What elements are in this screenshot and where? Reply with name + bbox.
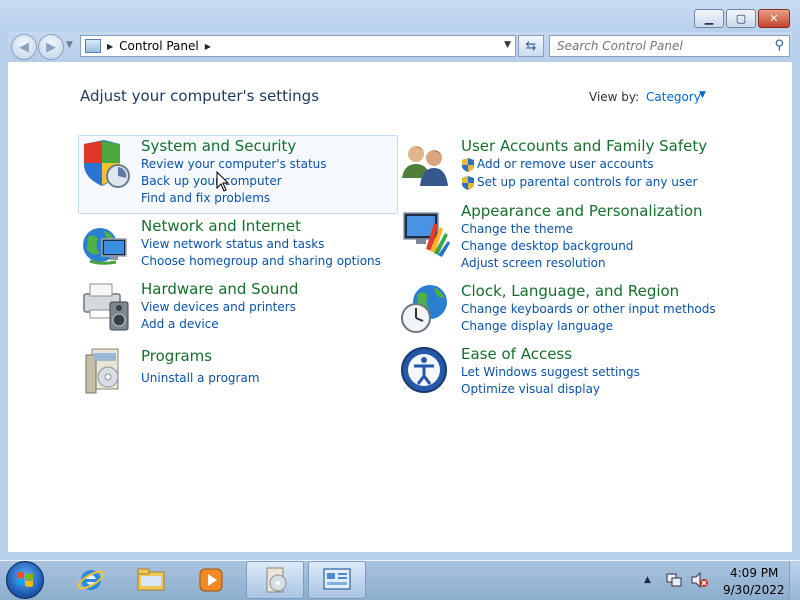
- link-suggest-settings[interactable]: Let Windows suggest settings: [461, 365, 640, 379]
- show-hidden-icons-button[interactable]: ▲: [644, 575, 651, 585]
- clock-language-region-icon: [401, 285, 447, 333]
- category-title-system-security[interactable]: System and Security: [141, 137, 296, 155]
- taskbar-internet-explorer[interactable]: [62, 561, 120, 599]
- recent-pages-dropdown[interactable]: ▼: [66, 40, 73, 50]
- search-icon[interactable]: ⚲: [774, 38, 784, 53]
- link-screen-resolution[interactable]: Adjust screen resolution: [461, 256, 606, 270]
- back-arrow-icon: ◀: [19, 39, 29, 55]
- taskbar-disc-program[interactable]: [246, 561, 304, 599]
- link-add-remove-users[interactable]: Add or remove user accounts: [477, 157, 654, 171]
- link-back-up[interactable]: Back up your computer: [141, 174, 282, 188]
- folder-icon: [137, 568, 165, 591]
- refresh-icon: ⇆: [525, 38, 537, 54]
- view-by-dropdown[interactable]: Category: [646, 90, 701, 104]
- refresh-button[interactable]: ⇆: [518, 35, 544, 57]
- view-by-dropdown-arrow-icon[interactable]: ▼: [699, 90, 706, 100]
- link-parental-controls[interactable]: Set up parental controls for any user: [477, 175, 697, 189]
- link-change-theme[interactable]: Change the theme: [461, 222, 573, 236]
- search-box[interactable]: ⚲: [549, 35, 790, 57]
- windows-logo-icon: [17, 572, 33, 587]
- link-uninstall[interactable]: Uninstall a program: [141, 371, 260, 385]
- maximize-icon: ▢: [735, 12, 747, 25]
- category-title-network-internet[interactable]: Network and Internet: [141, 217, 301, 235]
- mouse-cursor-icon: [216, 171, 230, 192]
- taskbar-windows-explorer[interactable]: [122, 561, 180, 599]
- minimize-button[interactable]: ▁: [694, 9, 724, 28]
- uac-shield-icon: [462, 176, 474, 190]
- page-title: Adjust your computer's settings: [80, 87, 320, 105]
- link-network-status[interactable]: View network status and tasks: [141, 237, 324, 251]
- category-title-ease-of-access[interactable]: Ease of Access: [461, 345, 572, 363]
- window-frame-right: [792, 32, 800, 554]
- programs-disc-icon: [266, 567, 287, 593]
- link-display-language[interactable]: Change display language: [461, 319, 613, 333]
- breadcrumb-control-panel[interactable]: Control Panel: [119, 39, 199, 53]
- category-title-user-accounts[interactable]: User Accounts and Family Safety: [461, 137, 707, 155]
- maximize-button[interactable]: ▢: [726, 9, 756, 28]
- link-desktop-background[interactable]: Change desktop background: [461, 239, 633, 253]
- link-review-status[interactable]: Review your computer's status: [141, 157, 327, 171]
- programs-icon: [85, 348, 119, 394]
- user-accounts-icon: [402, 146, 448, 186]
- breadcrumb-chevron-icon[interactable]: ▶: [107, 42, 113, 51]
- close-button[interactable]: ✕: [758, 9, 790, 28]
- address-bar[interactable]: ▶ Control Panel ▶ ▼: [80, 35, 516, 57]
- minimize-icon: ▁: [704, 12, 714, 25]
- window-controls: ▁ ▢ ✕: [694, 9, 790, 28]
- window-frame-left: [0, 32, 8, 554]
- category-title-clock-language[interactable]: Clock, Language, and Region: [461, 282, 679, 300]
- title-bar[interactable]: [0, 0, 800, 32]
- show-desktop-button[interactable]: [789, 561, 800, 600]
- clock-date[interactable]: 9/30/2022: [723, 583, 785, 597]
- content-area: Adjust your computer's settings View by:…: [8, 62, 792, 552]
- clock-time[interactable]: 4:09 PM: [730, 566, 778, 580]
- category-title-appearance[interactable]: Appearance and Personalization: [461, 202, 703, 220]
- hardware-sound-icon: [83, 283, 129, 331]
- internet-explorer-icon: [77, 570, 105, 590]
- window-frame-bottom: [0, 552, 800, 560]
- volume-muted-icon[interactable]: [690, 572, 708, 588]
- forward-arrow-icon: ▶: [46, 39, 56, 55]
- network-tray-icon[interactable]: [666, 572, 682, 588]
- network-internet-icon: [83, 228, 127, 265]
- category-title-hardware-sound[interactable]: Hardware and Sound: [141, 280, 298, 298]
- taskbar-control-panel[interactable]: [308, 561, 366, 599]
- uac-shield-icon: [462, 158, 474, 172]
- forward-button[interactable]: ▶: [38, 34, 64, 60]
- control-panel-icon: [85, 39, 101, 53]
- back-button[interactable]: ◀: [11, 34, 37, 60]
- appearance-icon: [403, 212, 450, 257]
- system-security-icon: [84, 140, 130, 188]
- media-player-icon: [199, 568, 223, 592]
- view-by-label: View by:: [589, 90, 640, 104]
- ease-of-access-icon: [401, 347, 447, 393]
- category-title-programs[interactable]: Programs: [141, 347, 212, 365]
- breadcrumb-chevron-icon[interactable]: ▶: [205, 42, 211, 51]
- address-dropdown-icon[interactable]: ▼: [504, 40, 511, 50]
- link-optimize-display[interactable]: Optimize visual display: [461, 382, 600, 396]
- taskbar-media-player[interactable]: [182, 561, 240, 599]
- control-panel-taskbar-icon: [323, 568, 351, 590]
- close-icon: ✕: [769, 12, 779, 25]
- search-input[interactable]: [555, 38, 765, 54]
- link-devices-printers[interactable]: View devices and printers: [141, 300, 296, 314]
- link-find-fix[interactable]: Find and fix problems: [141, 191, 270, 205]
- link-homegroup[interactable]: Choose homegroup and sharing options: [141, 254, 381, 268]
- link-add-device[interactable]: Add a device: [141, 317, 219, 331]
- link-change-keyboards[interactable]: Change keyboards or other input methods: [461, 302, 716, 316]
- start-button[interactable]: [6, 561, 44, 599]
